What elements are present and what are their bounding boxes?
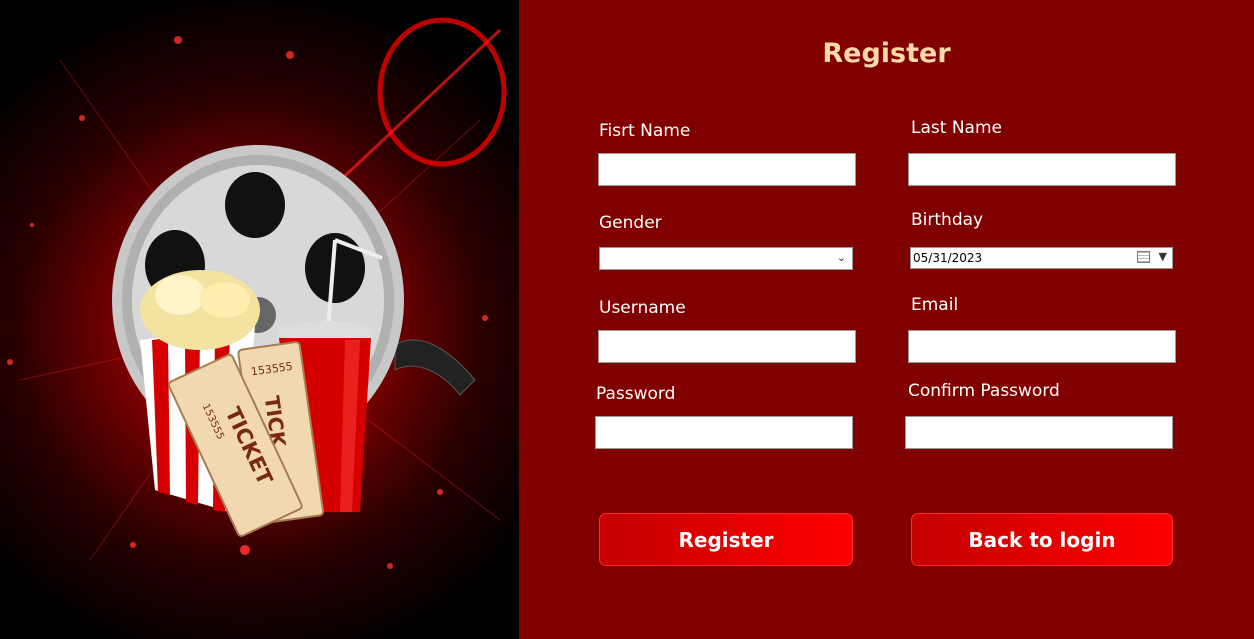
first-name-label: Fisrt Name [599,121,691,141]
last-name-label: Last Name [911,118,1002,138]
email-field[interactable] [908,330,1176,363]
first-name-input[interactable] [599,154,855,185]
chevron-down-icon[interactable]: ⌄ [837,251,846,264]
back-to-login-button[interactable]: Back to login [911,513,1173,566]
film-strip [394,339,476,396]
birthday-value[interactable]: 05/31/2023 [913,251,982,265]
email-label: Email [911,295,959,315]
birthday-label: Birthday [911,210,984,230]
birthday-date-picker[interactable]: 05/31/2023 ▼ [910,247,1173,269]
username-field[interactable] [598,330,856,363]
password-field[interactable] [595,416,853,449]
register-button[interactable]: Register [599,513,853,566]
confirm-password-input[interactable] [906,417,1172,448]
first-name-field[interactable] [598,153,856,186]
gender-select[interactable]: ⌄ [599,247,853,270]
password-input[interactable] [596,417,852,448]
confirm-password-label: Confirm Password [908,381,1060,401]
light-ring [377,17,507,167]
last-name-input[interactable] [909,154,1175,185]
cinema-illustration-panel: 153555 TICK 153555 TICKET [0,0,519,639]
page-title: Register [822,38,951,69]
gender-label: Gender [599,213,662,233]
dropdown-arrow-icon[interactable]: ▼ [1159,250,1167,263]
laser-beam [328,28,502,192]
calendar-icon[interactable] [1137,251,1150,263]
password-label: Password [596,384,676,404]
register-form-panel: Register Fisrt Name Last Name Gender ⌄ B… [519,0,1254,639]
last-name-field[interactable] [908,153,1176,186]
email-input[interactable] [909,331,1175,362]
username-label: Username [599,298,686,318]
username-input[interactable] [599,331,855,362]
cinema-illustration: 153555 TICK 153555 TICKET [7,17,507,569]
confirm-password-field[interactable] [905,416,1173,449]
